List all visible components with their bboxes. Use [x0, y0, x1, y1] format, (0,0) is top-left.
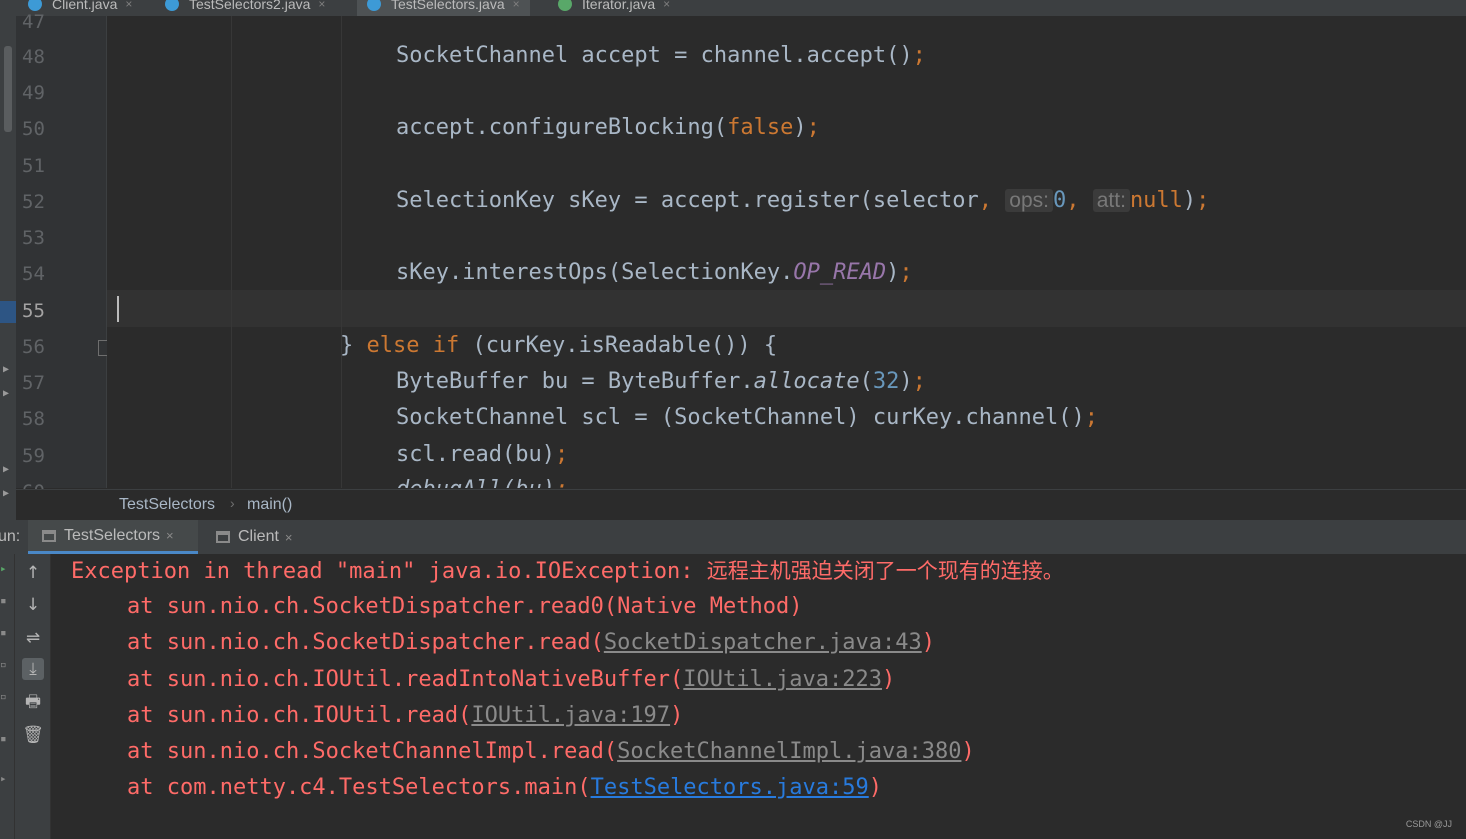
code-line-50: accept.configureBlocking(false);	[396, 115, 820, 140]
line-number: 47	[22, 11, 45, 33]
indent-guide	[231, 16, 232, 488]
expand-arrow-icon[interactable]: ▸	[0, 772, 7, 785]
breadcrumb-item-class[interactable]: TestSelectors	[119, 496, 215, 514]
run-action-strip: ▸ ▪ ▪ ▫ ▫ ▪ ▸	[0, 554, 15, 839]
line-number-gutter[interactable]: 47 48 49 50 51 52 53 54 55 56 57 58 59 6…	[16, 12, 114, 502]
stop-icon[interactable]: ▪	[0, 594, 7, 607]
trash-icon[interactable]: 🗑	[22, 724, 44, 746]
code-line-56: } else if (curKey.isReadable()) {	[340, 333, 778, 358]
run-tab-client[interactable]: Client ×	[216, 520, 293, 554]
line-number: 59	[22, 445, 45, 467]
line-number: 51	[22, 155, 45, 177]
stack-frame-line: at sun.nio.ch.IOUtil.readIntoNativeBuffe…	[127, 667, 896, 692]
current-line-marker	[0, 301, 16, 323]
editor-tab-bar: Client.java × TestSelectors2.java × Test…	[0, 0, 1466, 17]
line-number: 53	[22, 227, 45, 249]
layout-icon[interactable]: ▫	[0, 690, 7, 703]
play-arrow-icon[interactable]: ▶	[3, 488, 9, 499]
line-number: 54	[22, 263, 45, 285]
breadcrumb-separator: ›	[230, 495, 235, 511]
code-line-48: SocketChannel accept = channel.accept();	[396, 43, 926, 68]
pin-icon[interactable]: ▪	[0, 732, 7, 745]
run-tab-label: TestSelectors	[64, 526, 161, 544]
tab-testselectors-java[interactable]: TestSelectors.java ×	[357, 0, 530, 16]
interface-icon	[558, 0, 572, 11]
rerun-icon[interactable]: ▸	[0, 562, 7, 575]
run-panel-header: un: TestSelectors × Client ×	[0, 520, 1466, 555]
run-label: un:	[0, 528, 21, 545]
console-window-icon	[216, 531, 230, 543]
code-line-57: ByteBuffer bu = ByteBuffer.allocate(32);	[396, 369, 926, 394]
breadcrumb: TestSelectors › main()	[16, 489, 1466, 520]
down-arrow-icon[interactable]: ↓	[22, 594, 44, 616]
stack-frame-line: at com.netty.c4.TestSelectors.main(TestS…	[127, 775, 882, 800]
print-icon[interactable]: 🖶	[22, 692, 44, 714]
stack-frame-line: at sun.nio.ch.IOUtil.read(IOUtil.java:19…	[127, 703, 684, 728]
line-number: 57	[22, 372, 45, 394]
line-number: 49	[22, 82, 45, 104]
current-line-highlight	[107, 290, 1466, 327]
close-icon[interactable]: ×	[285, 530, 293, 545]
source-link[interactable]: IOUtil.java:223	[683, 667, 882, 692]
run-tab-testselectors[interactable]: TestSelectors ×	[28, 520, 198, 554]
code-line-58: SocketChannel scl = (SocketChannel) curK…	[396, 405, 1098, 430]
parameter-hint-att: att:	[1092, 189, 1130, 212]
code-editor[interactable]: SocketChannel accept = channel.accept();…	[107, 16, 1466, 488]
tab-label: Iterator.java	[582, 0, 656, 12]
indent-guide	[341, 16, 342, 488]
close-icon[interactable]: ×	[166, 528, 174, 543]
stop-icon[interactable]: ▪	[0, 626, 7, 639]
tab-iterator-java[interactable]: Iterator.java ×	[558, 0, 670, 16]
close-icon[interactable]: ×	[318, 0, 325, 11]
stack-frame-line: at sun.nio.ch.SocketDispatcher.read(Sock…	[127, 630, 935, 655]
play-arrow-icon[interactable]: ▶	[3, 364, 9, 375]
console-output[interactable]: Exception in thread "main" java.io.IOExc…	[51, 554, 1466, 839]
line-number: 58	[22, 408, 45, 430]
console-window-icon	[42, 529, 56, 542]
class-icon	[165, 0, 179, 11]
tab-testselectors2-java[interactable]: TestSelectors2.java ×	[165, 0, 325, 16]
scroll-to-end-icon[interactable]: ⤓	[22, 658, 44, 680]
line-number: 50	[22, 118, 45, 140]
tab-label: Client.java	[52, 0, 118, 12]
parameter-hint-ops: ops:	[1005, 189, 1053, 212]
code-line-52: SelectionKey sKey = accept.register(sele…	[396, 188, 1210, 213]
run-tab-label: Client	[238, 528, 279, 545]
left-tool-strip: ▶ ▶ ▶ ▶	[0, 16, 16, 520]
source-link[interactable]: SocketDispatcher.java:43	[604, 630, 922, 655]
source-link[interactable]: TestSelectors.java:59	[591, 775, 869, 800]
class-icon	[367, 0, 381, 11]
watermark: CSDN @JJ	[1405, 819, 1452, 829]
stack-frame-line: at sun.nio.ch.SocketDispatcher.read0(Nat…	[127, 594, 803, 619]
line-number-current: 55	[22, 300, 45, 322]
settings-icon[interactable]: ▫	[0, 658, 7, 671]
source-link[interactable]: SocketChannelImpl.java:380	[617, 739, 961, 764]
class-icon	[28, 0, 42, 11]
line-number: 52	[22, 191, 45, 213]
breadcrumb-item-method[interactable]: main()	[247, 496, 292, 514]
close-icon[interactable]: ×	[513, 0, 520, 11]
code-line-59: scl.read(bu);	[396, 442, 569, 467]
source-link[interactable]: IOUtil.java:197	[471, 703, 670, 728]
line-number: 48	[22, 46, 45, 68]
close-icon[interactable]: ×	[663, 0, 670, 11]
tab-label: TestSelectors2.java	[189, 0, 311, 12]
code-line-54: sKey.interestOps(SelectionKey.OP_READ);	[396, 260, 913, 285]
text-caret	[117, 296, 119, 322]
console-toolbar: ↑ ↓ ⇌ ⤓ 🖶 🗑	[15, 554, 51, 839]
close-icon[interactable]: ×	[125, 0, 132, 11]
play-arrow-icon[interactable]: ▶	[3, 464, 9, 475]
up-arrow-icon[interactable]: ↑	[22, 562, 44, 584]
soft-wrap-icon[interactable]: ⇌	[22, 627, 44, 649]
play-arrow-icon[interactable]: ▶	[3, 388, 9, 399]
stack-frame-line: at sun.nio.ch.SocketChannelImpl.read(Soc…	[127, 739, 975, 764]
scroll-thumb[interactable]	[4, 46, 12, 132]
exception-line: Exception in thread "main" java.io.IOExc…	[71, 559, 1064, 584]
code-line-60: debugAll(bu);	[396, 477, 568, 488]
line-number: 56	[22, 336, 45, 358]
tab-label: TestSelectors.java	[391, 0, 505, 12]
